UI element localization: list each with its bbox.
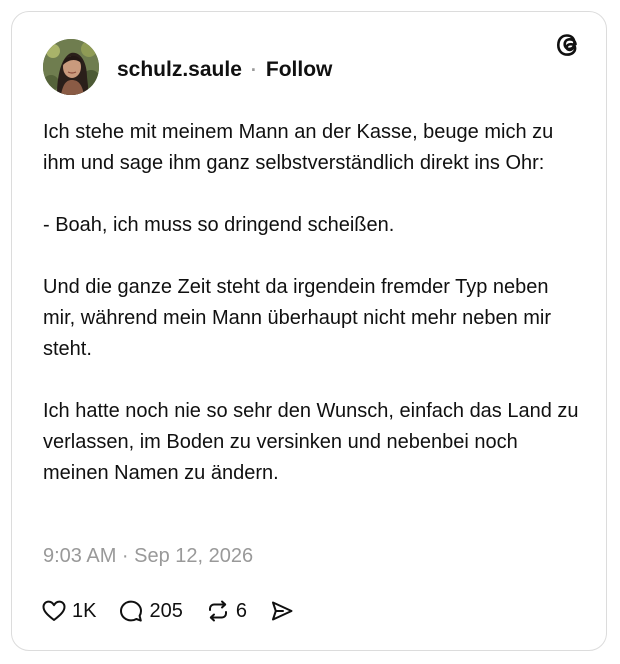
comment-icon: [120, 600, 143, 622]
post-timestamp[interactable]: 9:03 AM · Sep 12, 2026: [43, 545, 253, 568]
follow-button[interactable]: Follow: [266, 58, 333, 82]
repost-icon: [208, 600, 227, 622]
post-paragraph: Und die ganze Zeit steht da irgendein fr…: [43, 276, 552, 360]
post-paragraph: Ich stehe mit meinem Mann an der Kasse, …: [43, 121, 554, 174]
post-text: Ich stehe mit meinem Mann an der Kasse, …: [43, 117, 583, 489]
send-icon: [271, 601, 293, 621]
header-separator: ·: [250, 59, 257, 80]
repost-button[interactable]: 6: [205, 598, 247, 624]
avatar[interactable]: [43, 39, 99, 95]
post-paragraph: - Boah, ich muss so dringend scheißen.: [43, 214, 395, 236]
like-button[interactable]: 1K: [41, 598, 96, 624]
repost-count: 6: [235, 599, 247, 622]
post-actions: 1K 205 6: [41, 596, 317, 626]
author-username[interactable]: schulz.saule: [117, 58, 242, 82]
post-header: schulz.saule · Follow: [117, 56, 332, 84]
heart-icon: [42, 600, 66, 621]
like-count: 1K: [72, 599, 97, 622]
post-paragraph: Ich hatte noch nie so sehr den Wunsch, e…: [43, 400, 579, 484]
share-button[interactable]: [269, 598, 295, 624]
threads-post-card: schulz.saule · Follow Ich stehe mit mein…: [11, 11, 607, 651]
reply-button[interactable]: 205: [118, 598, 183, 624]
reply-count: 205: [149, 599, 183, 622]
threads-logo-icon[interactable]: [556, 32, 584, 60]
